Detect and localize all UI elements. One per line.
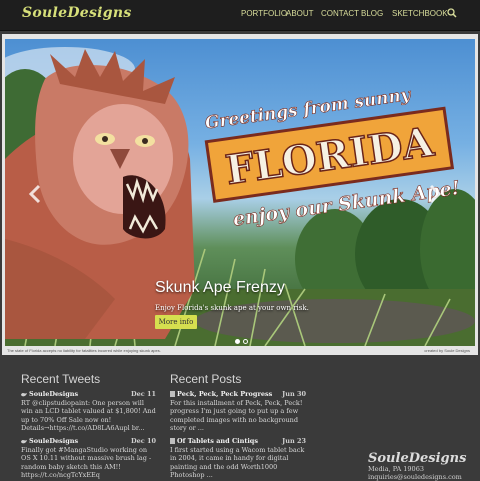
recent-posts-heading: Recent Posts [170,372,242,386]
tweet-date: Dec 10 [130,437,156,445]
nav-item-about[interactable]: ABOUT [286,9,314,18]
twitter-bird-icon [21,392,27,396]
tweet-text: Finally got #MangaStudio working on OS X… [21,445,152,480]
footer-location: Media, PA 19063 [368,465,424,473]
tweet-user[interactable]: SouleDesigns [29,437,78,445]
document-icon [170,438,175,444]
footer-logo: SouleDesigns [368,451,467,466]
tweet-text: RT @clipstudiopaint: One person will win… [21,398,156,433]
document-icon [170,391,175,397]
hero-caption-bar: The state of Florida accepts no liabilit… [2,346,478,355]
twitter-bird-icon [21,439,27,443]
slide-subtitle: Enjoy Florida's skunk ape at your own ri… [155,304,309,312]
previous-slide-arrow-icon[interactable] [28,184,42,204]
next-slide-arrow-icon[interactable] [428,184,442,204]
slide-dot-active[interactable] [235,339,240,344]
recent-tweets-heading: Recent Tweets [21,372,101,386]
post-date: Jun 30 [282,390,306,398]
top-navigation-bar: SouleDesigns PORTFOLIO ABOUT CONTACT BLO… [0,0,480,31]
post-item: Peck, Peck, Peck Progress Jun 30 For thi… [170,390,306,433]
slide-dot[interactable] [243,339,248,344]
tweet-item: SouleDesigns Dec 10 Finally got #MangaSt… [21,437,156,480]
hero-slide-image: FLORIDA Greetings from sunny enjoy our S… [5,39,475,346]
more-info-button[interactable]: More info [155,315,197,329]
slide-title: Skunk Ape Frenzy [155,279,285,296]
tweet-item: SouleDesigns Dec 11 RT @clipstudiopaint:… [21,390,156,433]
post-excerpt: For this installment of Peck, Peck, Peck… [170,398,303,433]
tweet-date: Dec 11 [130,390,156,398]
nav-item-contact[interactable]: CONTACT [321,9,359,18]
main-nav: PORTFOLIO ABOUT CONTACT BLOG SKETCHBOOK [0,8,480,23]
hero-slider: FLORIDA Greetings from sunny enjoy our S… [2,34,478,355]
hero-disclaimer: The state of Florida accepts no liabilit… [7,348,161,353]
post-title[interactable]: Peck, Peck, Peck Progress [177,390,272,398]
nav-item-portfolio[interactable]: PORTFOLIO [241,9,287,18]
search-icon[interactable] [447,8,457,18]
post-item: Of Tablets and Cintiqs Jun 23 I first st… [170,437,306,480]
nav-item-blog[interactable]: BLOG [361,9,383,18]
tweet-user[interactable]: SouleDesigns [29,390,78,398]
post-excerpt: I first started using a Wacom tablet bac… [170,445,305,480]
skunk-ape-illustration: FLORIDA Greetings from sunny enjoy our S… [5,47,475,346]
nav-item-sketchbook[interactable]: SKETCHBOOK [392,9,448,18]
hero-credit: created by Soule Designs [424,348,470,353]
post-title[interactable]: Of Tablets and Cintiqs [177,437,258,445]
post-date: Jun 23 [282,437,306,445]
